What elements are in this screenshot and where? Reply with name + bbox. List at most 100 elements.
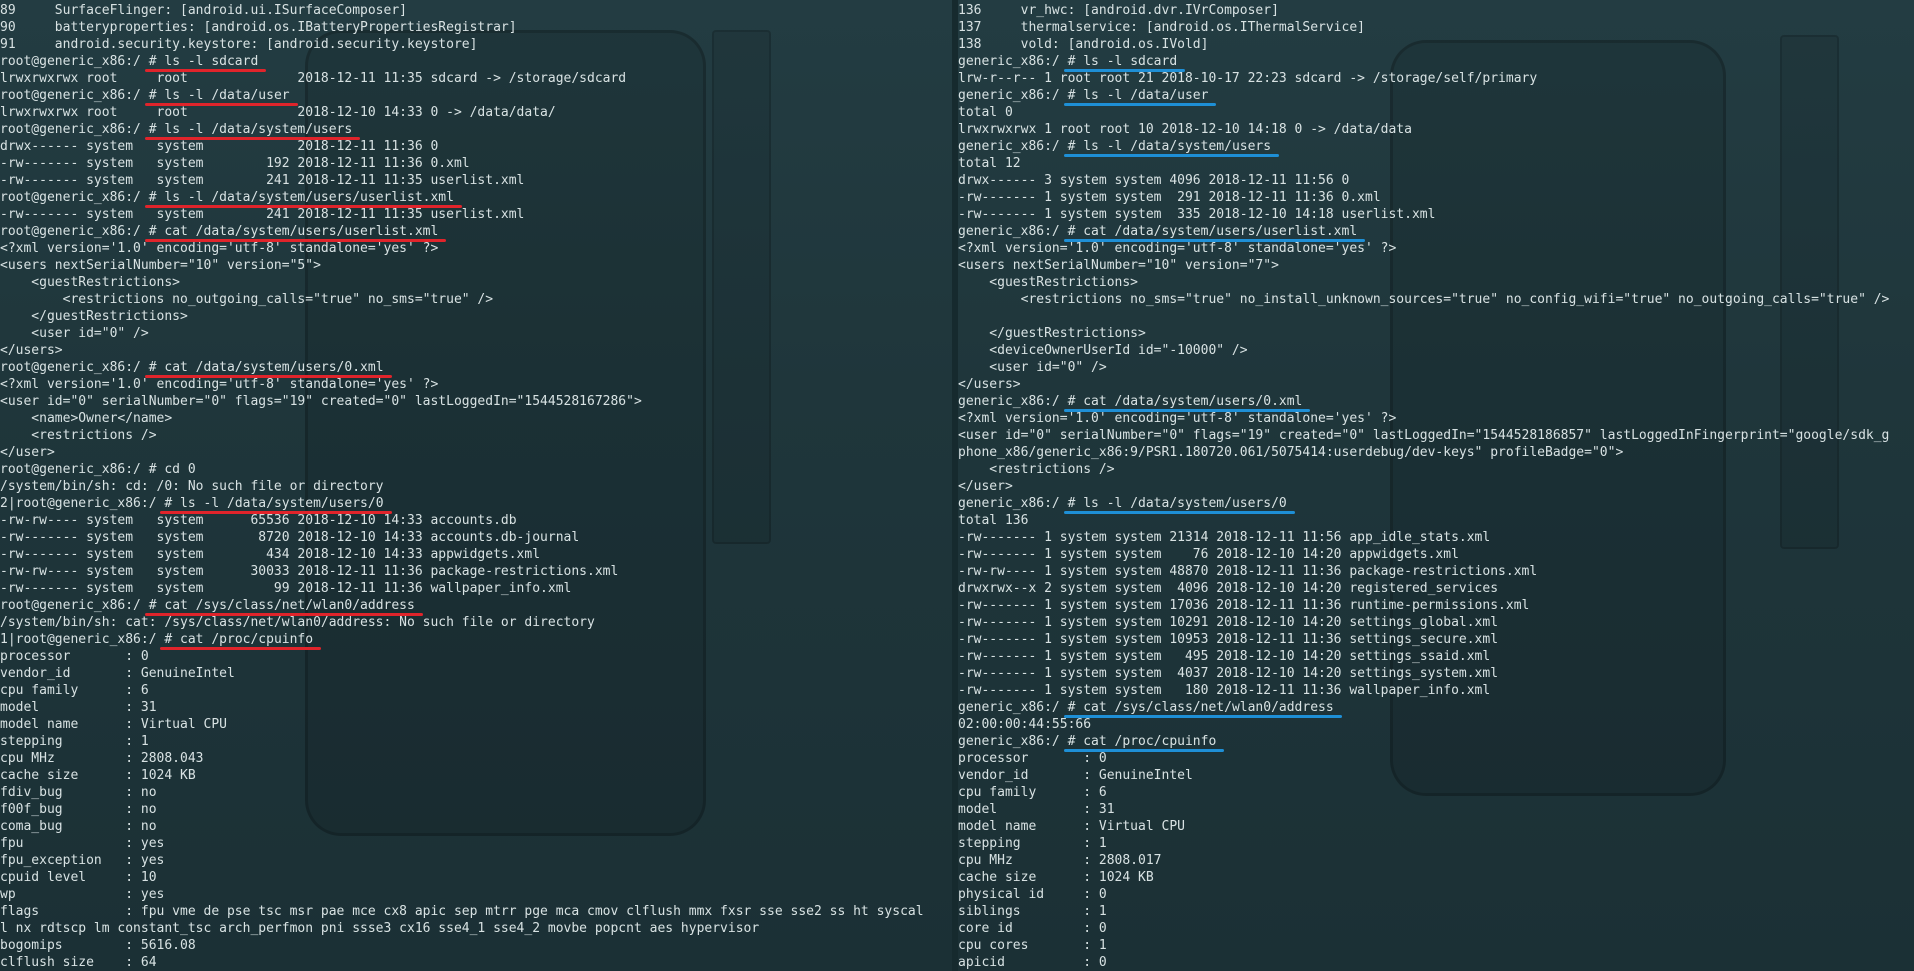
output-line: fpu_exception : yes (0, 853, 165, 868)
shell-prompt: generic_x86:/ (958, 700, 1068, 715)
output-line: <restrictions no_sms="true" no_install_u… (958, 292, 1890, 307)
output-line: stepping : 1 (0, 734, 149, 749)
shell-prompt: generic_x86:/ (958, 88, 1068, 103)
highlighted-command: # ls -l /data/system/users/0 (164, 496, 384, 511)
output-line: processor : 0 (0, 649, 149, 664)
output-line: -rw------- 1 system system 291 2018-12-1… (958, 190, 1381, 205)
output-line: apicid : 0 (958, 955, 1107, 970)
output-line: -rw------- system system 8720 2018-12-10… (0, 530, 580, 545)
output-line: -rw-rw---- 1 system system 48870 2018-12… (958, 564, 1538, 579)
shell-prompt: generic_x86:/ (958, 394, 1068, 409)
output-line: </users> (958, 377, 1021, 392)
highlighted-command: # ls -l sdcard (1067, 54, 1178, 69)
output-line: <user id="0" serialNumber="0" flags="19"… (0, 394, 642, 409)
output-line: 90 batteryproperties: [android.os.IBatte… (0, 20, 517, 35)
output-line: 02:00:00:44:55:66 (958, 717, 1092, 732)
output-line: <?xml version='1.0' encoding='utf-8' sta… (0, 377, 439, 392)
output-line: 91 android.security.keystore: [android.s… (0, 37, 478, 52)
shell-prompt: 2|root@generic_x86:/ (0, 496, 165, 511)
command-line: generic_x86:/ # ls -l /data/user (958, 87, 1914, 104)
highlighted-command: # ls -l /data/system/users (1067, 139, 1272, 154)
output-line: cache size : 1024 KB (0, 768, 196, 783)
highlighted-command: # cat /data/system/users/userlist.xml (1067, 224, 1358, 239)
shell-prompt: root@generic_x86:/ (0, 88, 149, 103)
output-line: -rw------- system system 434 2018-12-10 … (0, 547, 541, 562)
shell-prompt: root@generic_x86:/ (0, 54, 149, 69)
output-line: cpu cores : 1 (958, 938, 1107, 953)
command-line: generic_x86:/ # cat /data/system/users/u… (958, 223, 1914, 240)
output-line: -rw------- 1 system system 4037 2018-12-… (958, 666, 1499, 681)
command-line: generic_x86:/ # cat /proc/cpuinfo (958, 733, 1914, 750)
output-line: -rw------- system system 99 2018-12-11 1… (0, 581, 572, 596)
shell-prompt: generic_x86:/ (958, 54, 1068, 69)
output-line: </user> (0, 445, 55, 460)
shell-prompt: root@generic_x86:/ (0, 598, 149, 613)
output-line: /system/bin/sh: cat: /sys/class/net/wlan… (0, 615, 595, 630)
command-line: 1|root@generic_x86:/ # cat /proc/cpuinfo (0, 631, 952, 648)
terminal-output-right: 136 vr_hwc: [android.dvr.IVrComposer] 137… (958, 2, 1914, 971)
output-line: total 136 (958, 513, 1029, 528)
output-line: wp : yes (0, 887, 165, 902)
output-line: drwx------ 3 system system 4096 2018-12-… (958, 173, 1350, 188)
output-line: <name>Owner</name> (0, 411, 173, 426)
output-line: <restrictions /> (0, 428, 157, 443)
output-line: cpuid level : 10 (0, 870, 157, 885)
shell-prompt: generic_x86:/ (958, 734, 1068, 749)
output-line: fpu : yes (0, 836, 165, 851)
highlighted-command: # ls -l sdcard (148, 54, 259, 69)
shell-prompt: root@generic_x86:/ (0, 360, 149, 375)
highlighted-command: # cat /proc/cpuinfo (164, 632, 314, 647)
output-line: -rw------- system system 241 2018-12-11 … (0, 173, 525, 188)
output-line: </guestRestrictions> (0, 309, 188, 324)
output-line: -rw------- system system 241 2018-12-11 … (0, 207, 525, 222)
output-line: 138 vold: [android.os.IVold] (958, 37, 1209, 52)
output-line: stepping : 1 (958, 836, 1107, 851)
terminal-output-left: 89 SurfaceFlinger: [android.ui.ISurfaceC… (0, 2, 952, 971)
output-line: <restrictions /> (958, 462, 1115, 477)
output-line: core id : 0 (958, 921, 1107, 936)
output-line: model : 31 (958, 802, 1115, 817)
command-line: generic_x86:/ # ls -l /data/system/users… (958, 495, 1914, 512)
output-line: -rw------- 1 system system 21314 2018-12… (958, 530, 1491, 545)
command-line: root@generic_x86:/ # ls -l /data/system/… (0, 189, 952, 206)
output-line: 136 vr_hwc: [android.dvr.IVrComposer] (958, 3, 1279, 18)
command-line: root@generic_x86:/ # cat /sys/class/net/… (0, 597, 952, 614)
output-line: </user> (958, 479, 1013, 494)
output-line: phone_x86/generic_x86:9/PSR1.180720.061/… (958, 445, 1624, 460)
highlighted-command: # ls -l /data/user (1067, 88, 1209, 103)
shell-prompt: root@generic_x86:/ (0, 190, 149, 205)
output-line: drwx------ system system 2018-12-11 11:3… (0, 139, 439, 154)
output-line: <user id="0" serialNumber="0" flags="19"… (958, 428, 1890, 443)
output-line: vendor_id : GenuineIntel (0, 666, 235, 681)
command-line: root@generic_x86:/ # cat /data/system/us… (0, 359, 952, 376)
command-line: root@generic_x86:/ # ls -l /data/user (0, 87, 952, 104)
output-line: drwxrwx--x 2 system system 4096 2018-12-… (958, 581, 1499, 596)
output-line: l nx rdtscp lm constant_tsc arch_perfmon… (0, 921, 760, 936)
highlighted-command: # cat /sys/class/net/wlan0/address (1067, 700, 1334, 715)
output-line: lrw-r--r-- 1 root root 21 2018-10-17 22:… (958, 71, 1538, 86)
output-line: lrwxrwxrwx root root 2018-12-11 11:35 sd… (0, 71, 627, 86)
output-line: <guestRestrictions> (0, 275, 181, 290)
shell-prompt: root@generic_x86:/ (0, 224, 149, 239)
output-line: model name : Virtual CPU (958, 819, 1185, 834)
output-line: <user id="0" /> (958, 360, 1107, 375)
output-line: -rw------- 1 system system 335 2018-12-1… (958, 207, 1436, 222)
output-line: lrwxrwxrwx 1 root root 10 2018-12-10 14:… (958, 122, 1412, 137)
highlighted-command: # ls -l /data/user (148, 88, 290, 103)
highlighted-command: # ls -l /data/system/users/0 (1067, 496, 1287, 511)
terminal-right[interactable]: 136 vr_hwc: [android.dvr.IVrComposer] 137… (958, 0, 1914, 971)
output-line: vendor_id : GenuineIntel (958, 768, 1193, 783)
output-line: <users nextSerialNumber="10" version="7"… (958, 258, 1279, 273)
highlighted-command: # ls -l /data/system/users/userlist.xml (148, 190, 454, 205)
output-line: siblings : 1 (958, 904, 1107, 919)
output-line: -rw-rw---- system system 30033 2018-12-1… (0, 564, 619, 579)
output-line: fdiv_bug : no (0, 785, 157, 800)
output-line: <guestRestrictions> (958, 275, 1139, 290)
output-line: -rw------- system system 192 2018-12-11 … (0, 156, 470, 171)
output-line: flags : fpu vme de pse tsc msr pae mce c… (0, 904, 924, 919)
command-line: generic_x86:/ # cat /data/system/users/0… (958, 393, 1914, 410)
command-line: root@generic_x86:/ # ls -l sdcard (0, 53, 952, 70)
shell-prompt: root@generic_x86:/ (0, 122, 149, 137)
terminal-left[interactable]: 89 SurfaceFlinger: [android.ui.ISurfaceC… (0, 0, 952, 971)
output-line: /system/bin/sh: cd: /0: No such file or … (0, 479, 384, 494)
